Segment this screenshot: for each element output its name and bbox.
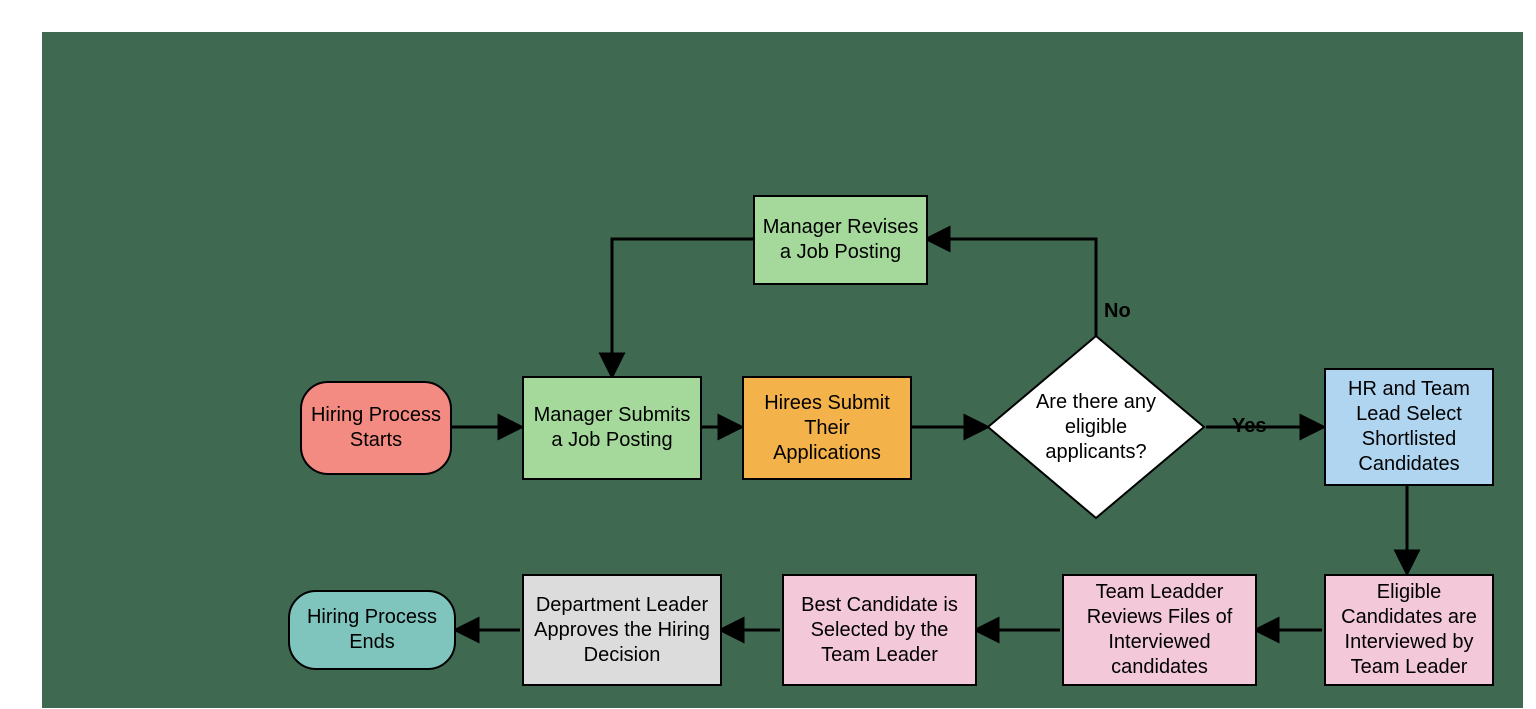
node-label: Are there any eligible applicants? (1021, 390, 1171, 465)
node-review: Team Leadder Reviews Files of Interviewe… (1062, 574, 1257, 686)
flowchart-canvas: Manager Revises a Job Posting Hiring Pro… (42, 32, 1523, 708)
node-label: Best Candidate is Selected by the Team L… (790, 593, 969, 668)
node-label: Hiring Process Starts (308, 403, 444, 453)
node-label: Department Leader Approves the Hiring De… (530, 593, 714, 668)
node-interview: Eligible Candidates are Interviewed by T… (1324, 574, 1494, 686)
node-label: Manager Submits a Job Posting (530, 403, 694, 453)
label-no: No (1104, 300, 1131, 323)
node-revise: Manager Revises a Job Posting (753, 195, 928, 285)
node-end: Hiring Process Ends (288, 590, 456, 670)
node-label: Hirees Submit Their Applications (750, 391, 904, 466)
node-label: Team Leadder Reviews Files of Interviewe… (1070, 580, 1249, 680)
node-select: HR and Team Lead Select Shortlisted Cand… (1324, 368, 1494, 486)
node-label: Manager Revises a Job Posting (761, 215, 920, 265)
node-start: Hiring Process Starts (300, 381, 452, 475)
node-label: Eligible Candidates are Interviewed by T… (1332, 580, 1486, 680)
node-approve: Department Leader Approves the Hiring De… (522, 574, 722, 686)
node-decision: Are there any eligible applicants? (986, 334, 1206, 520)
node-label: HR and Team Lead Select Shortlisted Cand… (1332, 377, 1486, 477)
node-best: Best Candidate is Selected by the Team L… (782, 574, 977, 686)
node-hirees: Hirees Submit Their Applications (742, 376, 912, 480)
node-label: Hiring Process Ends (296, 605, 448, 655)
label-yes: Yes (1232, 415, 1266, 438)
node-submit: Manager Submits a Job Posting (522, 376, 702, 480)
